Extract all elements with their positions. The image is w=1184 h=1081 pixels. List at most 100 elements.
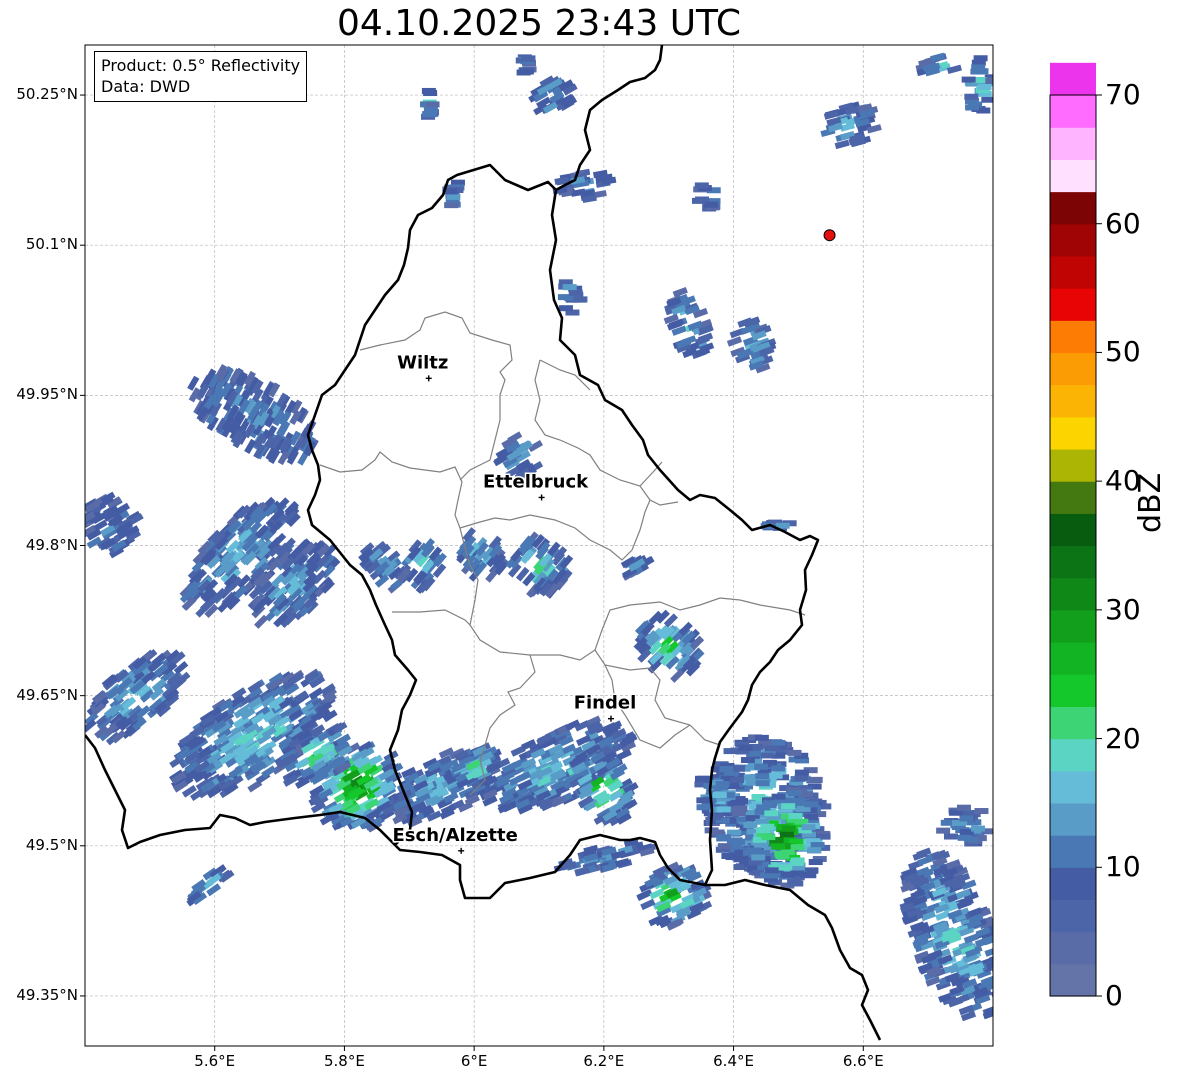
colorbar-segment [1050, 127, 1096, 160]
echo-cell [396, 538, 447, 594]
echo-pixel [781, 803, 796, 810]
colorbar-segment [1050, 642, 1096, 675]
radar-map-figure: 04.10.2025 23:43 UTC Wiltz Ettelbruck Fi… [0, 0, 1184, 1081]
echo-pixel [754, 734, 769, 741]
colorbar-segment [1050, 867, 1096, 901]
echo-cell [961, 55, 993, 114]
echo-pixel [974, 808, 989, 815]
echo-pixel [788, 813, 803, 820]
echo-pixel [755, 780, 770, 787]
echo-cell [620, 554, 655, 581]
echo-cell [557, 279, 588, 316]
echo-pixel [964, 93, 979, 100]
radar-map: Wiltz Ettelbruck Findel Esch/Alzette [80, 44, 1102, 1051]
echo-pixel [790, 857, 805, 864]
echo-pixel [694, 775, 709, 782]
colorbar-title: dBZ [1133, 472, 1168, 533]
echo-cell [420, 87, 440, 120]
colorbar-segment [1050, 963, 1096, 997]
echo-pixel [965, 104, 980, 111]
echo-pixel [768, 872, 783, 879]
echo-pixel [808, 776, 823, 783]
echo-pixel [573, 296, 588, 303]
reflectivity-echoes [85, 52, 993, 1022]
lat-tick-label: 50.1°N [25, 235, 78, 254]
echo-cell [915, 52, 962, 77]
echo-pixel [771, 793, 786, 800]
product-info-box: Product: 0.5° Reflectivity Data: DWD [94, 51, 308, 102]
echo-pixel [771, 843, 786, 850]
colorbar-segment [1050, 62, 1096, 96]
echo-pixel [992, 955, 993, 967]
colorbar-segment [1050, 513, 1096, 547]
echo-pixel [568, 289, 583, 296]
echo-pixel [775, 853, 790, 860]
echo-pixel [787, 749, 802, 756]
lat-tick-label: 49.65°N [16, 685, 78, 704]
echo-cell [528, 75, 578, 116]
colorbar-tick-label: 60 [1105, 206, 1141, 240]
echo-pixel [755, 773, 770, 780]
echo-cell [633, 609, 705, 683]
colorbar-segment [1050, 255, 1096, 289]
echo-pixel [756, 804, 771, 811]
lon-tick-label: 5.8°E [324, 1052, 365, 1070]
echo-cell [636, 861, 713, 931]
echo-pixel [771, 765, 786, 772]
echo-pixel [716, 806, 731, 813]
echo-cell [691, 182, 721, 212]
echo-pixel [756, 827, 771, 834]
lon-tick-label: 5.6°E [194, 1052, 236, 1070]
colorbar-segment [1050, 95, 1096, 128]
echo-pixel [738, 744, 753, 751]
echo-pixel [771, 739, 786, 746]
echo-pixel [936, 827, 951, 834]
echo-pixel [800, 871, 815, 878]
echo-pixel [764, 810, 779, 817]
colorbar-tick-label: 50 [1105, 335, 1141, 369]
echo-pixel [747, 847, 762, 854]
echo-pixel [715, 781, 730, 788]
germany-border-south [705, 878, 882, 1041]
echo-pixel [425, 101, 440, 108]
colorbar-segment [1050, 770, 1096, 804]
echo-pixel [754, 763, 769, 770]
lat-tick-label: 49.95°N [16, 385, 78, 404]
echo-pixel [804, 801, 819, 808]
colorbar-segment [1050, 802, 1096, 836]
echo-pixel [694, 182, 709, 189]
radar-site-marker [823, 229, 836, 242]
echo-pixel [801, 824, 816, 831]
echo-pixel [973, 55, 988, 62]
colorbar-segment [1050, 545, 1096, 579]
echo-pixel [519, 68, 534, 75]
echo-pixel [726, 336, 743, 347]
echo-pixel [421, 87, 436, 94]
echo-pixel [712, 792, 727, 799]
colorbar-segment [1050, 899, 1096, 933]
colorbar-segment [1050, 384, 1096, 418]
colorbar-segment [1050, 609, 1096, 643]
colorbar-segment [1050, 159, 1096, 193]
echo-cell [85, 491, 144, 559]
colorbar-segment [1050, 448, 1096, 482]
echo-pixel [984, 946, 993, 957]
echo-cell [186, 864, 235, 907]
echo-pixel [423, 107, 438, 114]
colorbar-segment [1050, 738, 1096, 772]
echo-pixel [670, 668, 685, 683]
echo-pixel [707, 814, 722, 821]
echo-pixel [764, 867, 779, 874]
echo-pixel [781, 825, 796, 832]
echo-pixel [956, 804, 971, 811]
echo-pixel [807, 847, 822, 854]
echo-pixel [957, 834, 972, 841]
echo-pixel [728, 852, 743, 859]
echo-pixel [810, 842, 825, 849]
colorbar-tick-label: 20 [1105, 721, 1141, 755]
echo-pixel [992, 962, 993, 973]
echo-pixel [789, 797, 804, 804]
echo-pixel [760, 752, 775, 759]
echo-pixel [446, 193, 461, 200]
echo-pixel [761, 834, 776, 841]
